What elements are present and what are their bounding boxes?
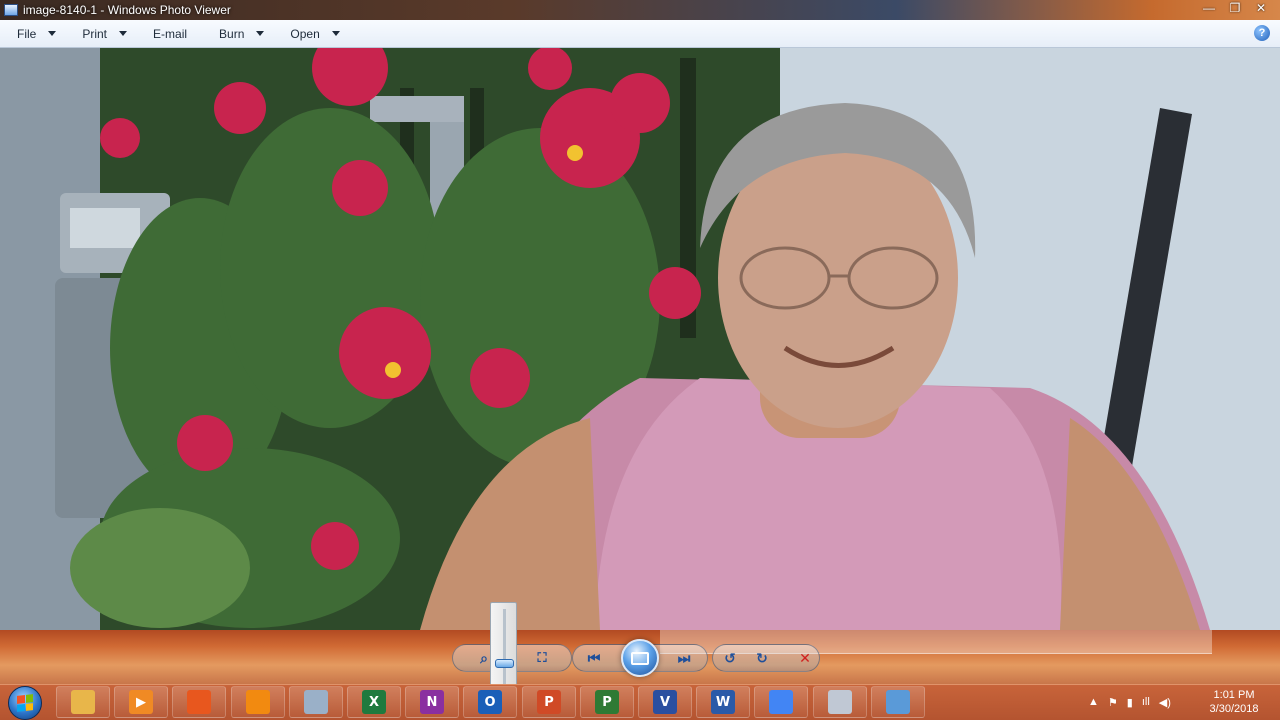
chevron-down-icon	[119, 31, 128, 36]
keyboard-icon	[304, 690, 328, 714]
clock-time: 1:01 PM	[1213, 689, 1255, 701]
taskbar-powerpoint[interactable]: P	[522, 686, 576, 718]
onenote-icon: N	[420, 690, 444, 714]
file-explorer-icon	[71, 690, 95, 714]
delete-icon[interactable]: ✕	[793, 646, 817, 670]
previous-icon[interactable]: ⏮	[582, 646, 606, 670]
actual-size-icon[interactable]: ⛶	[530, 646, 554, 670]
taskbar-clock[interactable]: 1:01 PM 3/30/2018	[1202, 688, 1266, 718]
taskbar-word[interactable]: W	[696, 686, 750, 718]
menu-print[interactable]: Print	[66, 20, 137, 48]
word-icon: W	[711, 690, 735, 714]
title-bar: image-8140-1 - Windows Photo Viewer — ❐ …	[0, 0, 1280, 20]
action-center-icon[interactable]: ⚑	[1108, 696, 1118, 709]
chevron-down-icon	[256, 31, 265, 36]
excel-icon: X	[362, 690, 386, 714]
chrome-icon	[769, 690, 793, 714]
windows-logo-icon	[17, 694, 33, 712]
window-title: image-8140-1 - Windows Photo Viewer	[23, 3, 231, 17]
taskbar-paint[interactable]	[813, 686, 867, 718]
zoom-slider[interactable]	[490, 602, 517, 694]
rotate-clockwise-icon[interactable]: ↻	[750, 646, 774, 670]
media-player-icon: ▶	[129, 690, 153, 714]
visio-icon: V	[653, 690, 677, 714]
menu-open-label: Open	[290, 26, 320, 41]
taskbar-keyboard[interactable]	[289, 686, 343, 718]
photo-display	[0, 48, 1280, 630]
menu-email[interactable]: E-mail	[137, 20, 197, 48]
chevron-down-icon	[48, 31, 57, 36]
menu-burn[interactable]: Burn	[197, 20, 274, 48]
taskbar-chrome[interactable]	[754, 686, 808, 718]
menu-file[interactable]: File	[0, 20, 66, 48]
menu-bar: File Print E-mail Burn Open	[0, 20, 1280, 48]
photo-viewer-icon	[886, 690, 910, 714]
system-tray: ▲ ⚑ ▮ ıll ◀)	[1088, 688, 1202, 716]
project-icon: P	[595, 690, 619, 714]
outlook-icon: O	[478, 690, 502, 714]
photo-viewer-app-icon	[4, 4, 18, 16]
displayed-photo	[0, 48, 1280, 630]
slideshow-icon	[631, 651, 649, 665]
taskbar-onenote[interactable]: N	[405, 686, 459, 718]
taskbar-media-player[interactable]: ▶	[114, 686, 168, 718]
taskbar-visio[interactable]: V	[638, 686, 692, 718]
chevron-down-icon	[331, 31, 340, 36]
menu-print-label: Print	[82, 26, 108, 41]
paint-icon	[828, 690, 852, 714]
minimize-button[interactable]: —	[1202, 1, 1216, 15]
menu-open[interactable]: Open	[274, 20, 349, 48]
taskbar-project[interactable]: P	[580, 686, 634, 718]
taskbar-vlc[interactable]	[231, 686, 285, 718]
close-button[interactable]: ✕	[1254, 1, 1268, 15]
taskbar-outlook[interactable]: O	[463, 686, 517, 718]
rotate-counterclockwise-icon[interactable]: ↺	[718, 646, 742, 670]
next-icon[interactable]: ⏭	[672, 646, 696, 670]
firefox-icon	[187, 690, 211, 714]
maximize-button[interactable]: ❐	[1228, 1, 1242, 15]
volume-icon[interactable]: ◀)	[1159, 696, 1171, 709]
zoom-slider-track	[503, 609, 506, 689]
network-icon[interactable]: ıll	[1142, 696, 1150, 708]
slideshow-button[interactable]	[621, 639, 659, 677]
menu-file-label: File	[17, 26, 37, 41]
taskbar-file-explorer[interactable]	[56, 686, 110, 718]
taskbar-photo-viewer[interactable]	[871, 686, 925, 718]
clock-date: 3/30/2018	[1209, 703, 1259, 715]
start-button[interactable]	[8, 686, 42, 720]
battery-icon[interactable]: ▮	[1127, 696, 1133, 709]
zoom-slider-thumb[interactable]	[495, 659, 514, 668]
menu-burn-label: Burn	[219, 26, 245, 41]
taskbar-excel[interactable]: X	[347, 686, 401, 718]
powerpoint-icon: P	[537, 690, 561, 714]
show-hidden-icons-icon[interactable]: ▲	[1088, 696, 1099, 708]
menu-email-label: E-mail	[153, 26, 188, 41]
help-icon[interactable]: ?	[1254, 25, 1270, 41]
vlc-icon	[246, 690, 270, 714]
taskbar-firefox[interactable]	[172, 686, 226, 718]
